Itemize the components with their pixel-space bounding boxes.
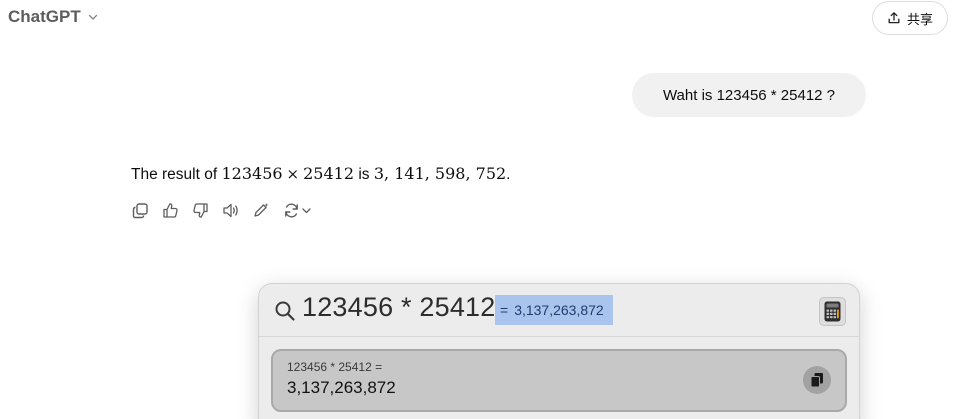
model-picker[interactable]: ChatGPT <box>8 7 99 27</box>
calculator-app-icon[interactable] <box>819 297 846 326</box>
search-icon <box>275 301 295 321</box>
copy-icon <box>132 203 148 219</box>
copy-button[interactable] <box>131 201 150 220</box>
answer-middle: is <box>358 166 370 183</box>
answer-prefix: The result of <box>131 166 218 183</box>
math-operator: × <box>286 165 300 183</box>
good-response-button[interactable] <box>161 201 180 220</box>
copy-result-icon <box>810 373 823 388</box>
edit-canvas-icon <box>253 203 268 217</box>
message-actions <box>131 201 313 220</box>
regenerate-icon <box>284 203 298 218</box>
chat-page: ChatGPT 共享 Waht is 123456 * 25412 ? The … <box>0 0 954 419</box>
calculator-result-card[interactable]: 123456 * 25412 = 3,137,263,872 <box>271 349 847 412</box>
thumbs-up-icon <box>163 203 178 218</box>
spotlight-query[interactable]: 123456 * 25412 <box>302 292 496 323</box>
read-aloud-icon <box>222 203 238 218</box>
read-aloud-button[interactable] <box>221 201 240 220</box>
result-expression: 123456 * 25412 = <box>287 360 383 374</box>
model-name: ChatGPT <box>8 7 81 26</box>
share-upload-icon <box>888 12 900 24</box>
answer-suffix: . <box>506 166 511 183</box>
result-value: 3,137,263,872 <box>287 378 396 397</box>
edit-in-canvas-button[interactable] <box>251 201 270 220</box>
math-operand-a: 123456 <box>221 164 283 183</box>
spotlight-panel: 123456 * 25412 = 3,137,263,872 123456 * … <box>258 283 860 419</box>
inline-result-highlight: = 3,137,263,872 <box>495 295 613 325</box>
inline-result-equals: = <box>500 302 509 318</box>
calculator-icon <box>824 301 841 322</box>
math-result: 3, 141, 598, 752 <box>373 164 507 183</box>
thumbs-down-icon <box>193 203 208 218</box>
user-message-bubble: Waht is 123456 * 25412 ? <box>632 73 866 117</box>
spotlight-divider <box>259 336 859 337</box>
bad-response-button[interactable] <box>191 201 210 220</box>
chevron-down-icon <box>301 208 311 214</box>
chevron-down-icon <box>88 14 97 20</box>
inline-result-value: 3,137,263,872 <box>514 302 604 318</box>
share-label: 共享 <box>906 11 933 27</box>
regenerate-button[interactable] <box>281 201 313 220</box>
share-button[interactable]: 共享 <box>872 1 948 35</box>
math-operand-b: 25412 <box>303 164 355 183</box>
spotlight-search-row[interactable]: 123456 * 25412 = 3,137,263,872 <box>259 284 859 336</box>
assistant-message: The result of 123456 × 25412 is 3, 141, 59… <box>131 163 510 186</box>
copy-result-button[interactable] <box>803 366 831 394</box>
user-message-text: Waht is 123456 * 25412 ? <box>662 86 836 104</box>
